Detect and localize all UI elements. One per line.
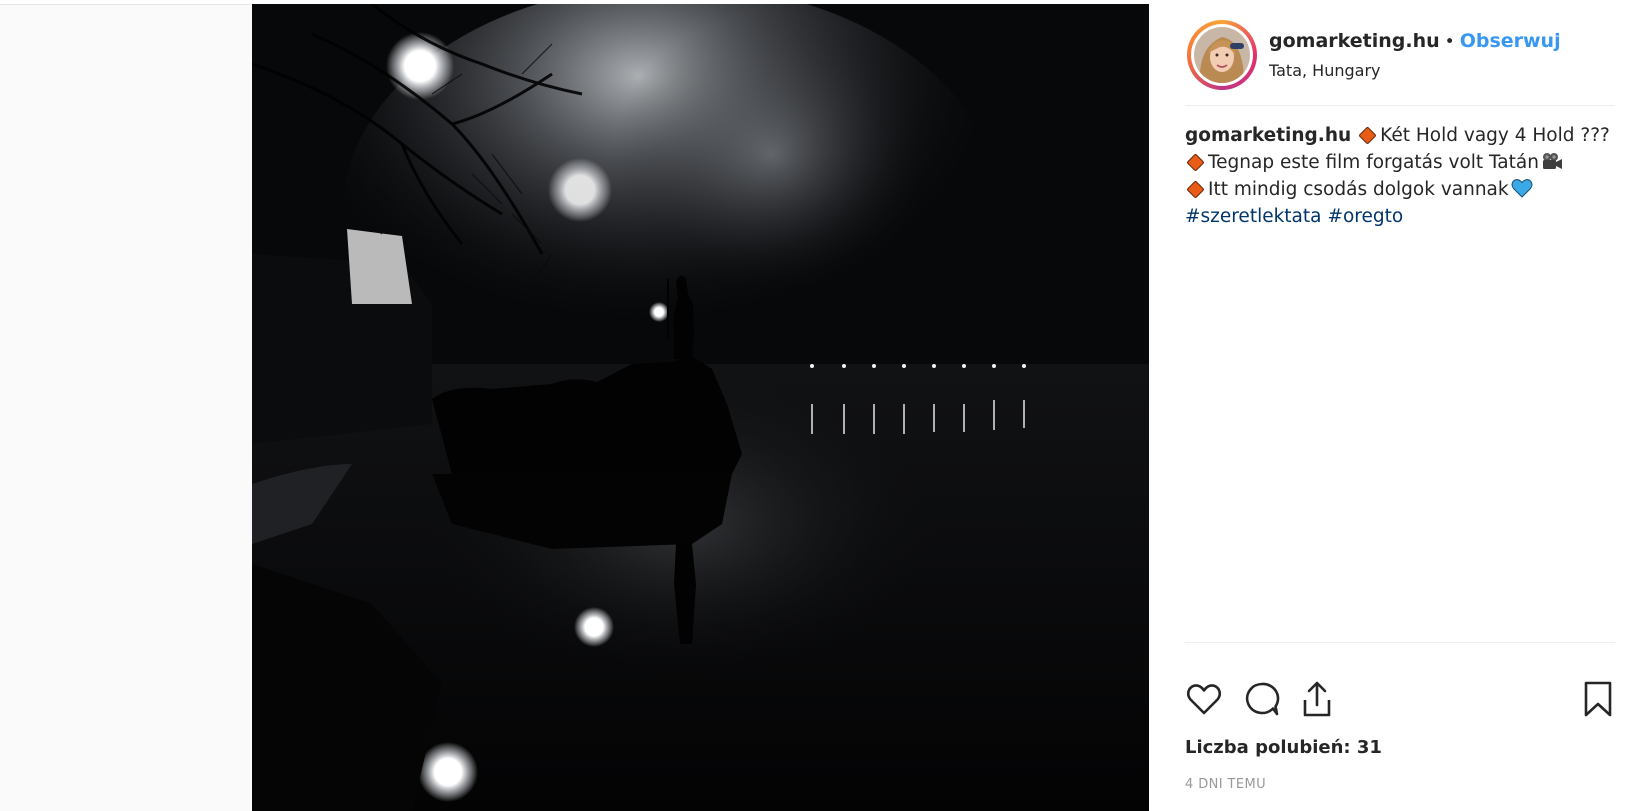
orange-diamond-icon xyxy=(1186,180,1205,199)
avatar-border xyxy=(1191,24,1253,86)
post-header-text: gomarketing.hu • Obserwuj xyxy=(1269,30,1561,52)
location-link[interactable]: Tata, Hungary xyxy=(1269,61,1381,80)
post-timestamp: 4 DNI TEMU xyxy=(1185,777,1266,792)
caption-line: gomarketing.hu Két Hold vagy 4 Hold ??? xyxy=(1185,122,1625,149)
hashtag-link[interactable]: #szeretlektata xyxy=(1185,206,1321,227)
post-actions xyxy=(1185,680,1615,724)
caption-line: Tegnap este film forgatás volt Tatán xyxy=(1185,149,1625,176)
caption-hashtags: #szeretlektata #oregto xyxy=(1185,203,1625,230)
username-link[interactable]: gomarketing.hu xyxy=(1269,30,1440,52)
header-divider xyxy=(1185,105,1615,106)
avatar-photo xyxy=(1194,27,1250,83)
header-separator: • xyxy=(1444,32,1455,52)
heart-icon[interactable] xyxy=(1185,680,1223,718)
post-photo[interactable] xyxy=(252,4,1149,811)
caption-text-3: Itt mindig csodás dolgok vannak xyxy=(1208,179,1509,200)
orange-diamond-icon xyxy=(1358,126,1377,145)
comment-icon[interactable] xyxy=(1243,680,1281,718)
bookmark-icon[interactable] xyxy=(1579,680,1617,718)
caption-text-2: Tegnap este film forgatás volt Tatán xyxy=(1208,152,1539,173)
caption-text-1: Két Hold vagy 4 Hold ??? xyxy=(1380,125,1610,146)
orange-diamond-icon xyxy=(1186,153,1205,172)
post-header: gomarketing.hu • Obserwuj Tata, Hungary xyxy=(1185,12,1615,100)
likes-count[interactable]: Liczba polubień: 31 xyxy=(1185,737,1382,758)
avatar-image xyxy=(1194,27,1250,83)
hashtag-link[interactable]: #oregto xyxy=(1327,206,1403,227)
caption-line: Itt mindig csodás dolgok vannak xyxy=(1185,176,1625,203)
avatar[interactable] xyxy=(1187,20,1257,90)
follow-button[interactable]: Obserwuj xyxy=(1460,30,1561,52)
movie-camera-icon xyxy=(1542,153,1562,169)
caption-username-link[interactable]: gomarketing.hu xyxy=(1185,125,1351,146)
post-photo-image xyxy=(252,4,1149,811)
post-caption: gomarketing.hu Két Hold vagy 4 Hold ??? T… xyxy=(1185,122,1625,230)
actions-divider xyxy=(1185,642,1615,643)
blue-heart-icon xyxy=(1511,179,1533,198)
post-details-panel: gomarketing.hu • Obserwuj Tata, Hungary go… xyxy=(1149,4,1650,811)
share-icon[interactable] xyxy=(1298,680,1336,718)
